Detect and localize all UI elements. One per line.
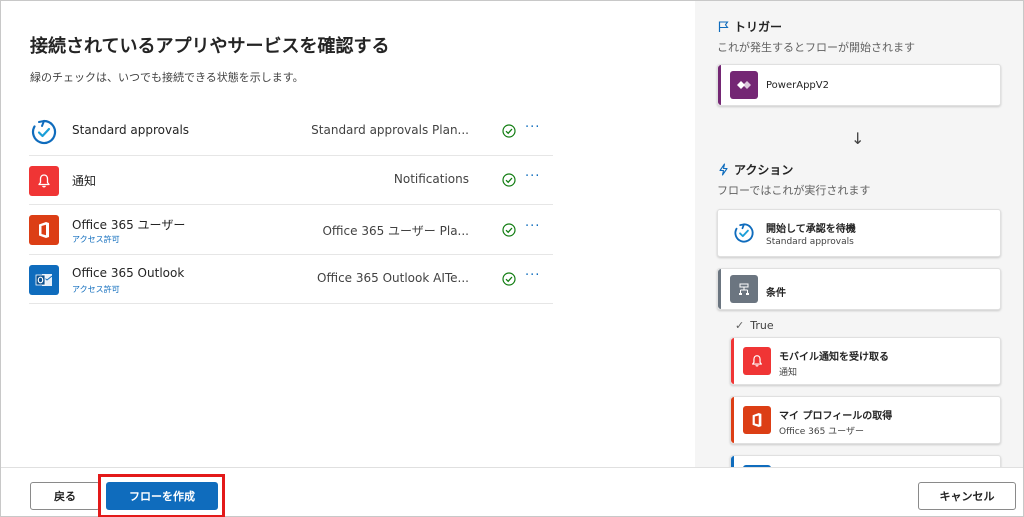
chevron-check-icon: ✓ (735, 319, 745, 332)
action-card[interactable]: モバイル通知を受け取る 通知 (730, 337, 1001, 385)
connection-account[interactable]: Notifications (394, 172, 469, 186)
action-title: アクション (734, 163, 794, 177)
more-options-button[interactable]: ··· (525, 169, 540, 184)
check-circle-icon (502, 124, 516, 138)
action-card-partial[interactable] (730, 455, 1001, 467)
permission-link[interactable]: アクセス許可 (72, 284, 120, 295)
action-card-subtitle: Office 365 ユーザー (779, 427, 864, 437)
condition-icon (730, 275, 758, 303)
lightning-icon (719, 163, 728, 176)
connection-account[interactable]: Standard approvals Plan... (311, 123, 469, 137)
office-icon (743, 406, 771, 434)
flow-preview-pane: トリガー これが発生するとフローが開始されます PowerAppV2 ↓ アクシ… (695, 1, 1023, 467)
condition-card[interactable]: 条件 (717, 268, 1001, 310)
flag-icon (718, 21, 729, 32)
back-button[interactable]: 戻る (30, 482, 100, 510)
condition-card-title: 条件 (766, 288, 786, 299)
footer-bar: 戻る フローを作成 キャンセル (1, 467, 1023, 517)
connection-app-name: Office 365 ユーザー (72, 218, 186, 232)
action-card-subtitle: 通知 (779, 368, 798, 378)
connection-row: Office 365 ユーザー アクセス許可 Office 365 ユーザー P… (29, 205, 553, 255)
action-subtitle: フローではこれが実行されます (717, 184, 871, 197)
cancel-button[interactable]: キャンセル (918, 482, 1016, 510)
true-branch-label[interactable]: ✓ True (735, 319, 774, 332)
create-flow-button[interactable]: フローを作成 (106, 482, 218, 510)
check-circle-icon (502, 223, 516, 237)
connection-app-name: Standard approvals (72, 123, 190, 137)
more-options-button[interactable]: ··· (525, 268, 540, 283)
bell-icon (29, 166, 59, 196)
more-options-button[interactable]: ··· (525, 219, 540, 234)
permission-link[interactable]: アクセス許可 (72, 234, 120, 245)
connection-row: Standard approvals Standard approvals Pl… (29, 107, 553, 156)
action-card-title: マイ プロフィールの取得 (779, 411, 893, 422)
action-card-title: モバイル通知を受け取る (779, 352, 889, 363)
bell-icon (743, 347, 771, 375)
office-icon (29, 215, 59, 245)
trigger-card-title: PowerAppV2 (766, 80, 829, 91)
true-branch-text: True (750, 319, 774, 332)
page-title: 接続されているアプリやサービスを確認する (30, 36, 390, 57)
trigger-heading: トリガー (717, 18, 782, 35)
action-card-subtitle: Standard approvals (766, 237, 854, 247)
powerapps-icon (730, 71, 758, 99)
arrow-down-icon: ↓ (851, 129, 865, 148)
trigger-title: トリガー (734, 20, 783, 34)
outlook-icon (29, 265, 59, 295)
connection-list: Standard approvals Standard approvals Pl… (29, 107, 553, 304)
check-circle-icon (502, 173, 516, 187)
connection-account[interactable]: Office 365 Outlook AITe... (317, 271, 469, 285)
connections-pane: 接続されているアプリやサービスを確認する 緑のチェックは、いつでも接続できる状態… (1, 1, 695, 467)
connection-account[interactable]: Office 365 ユーザー Pla... (322, 222, 469, 239)
action-heading: アクション (717, 161, 793, 178)
connection-row: Office 365 Outlook アクセス許可 Office 365 Out… (29, 255, 553, 304)
action-card-title: 開始して承認を待機 (766, 224, 856, 235)
connection-app-name: Office 365 Outlook (72, 266, 185, 280)
more-options-button[interactable]: ··· (525, 120, 540, 135)
connection-app-name: 通知 (72, 174, 97, 188)
connection-row: 通知 Notifications ··· (29, 156, 553, 205)
approvals-icon (730, 219, 758, 247)
trigger-card[interactable]: PowerAppV2 (717, 64, 1001, 106)
page-subtitle: 緑のチェックは、いつでも接続できる状態を示します。 (30, 71, 304, 84)
approvals-icon (29, 117, 59, 147)
trigger-subtitle: これが発生するとフローが開始されます (717, 41, 915, 54)
check-circle-icon (502, 272, 516, 286)
action-card[interactable]: マイ プロフィールの取得 Office 365 ユーザー (730, 396, 1001, 444)
action-card[interactable]: 開始して承認を待機 Standard approvals (717, 209, 1001, 257)
